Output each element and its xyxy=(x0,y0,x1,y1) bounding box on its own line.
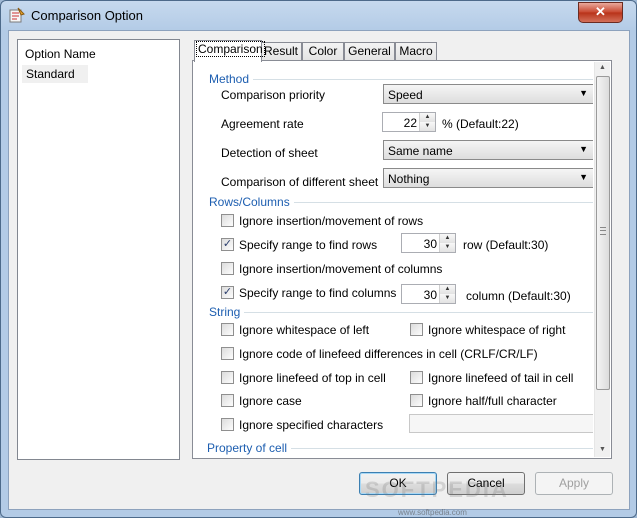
vertical-scrollbar[interactable]: ▲ ▼ xyxy=(594,62,610,457)
ws-left-label: Ignore whitespace of left xyxy=(239,323,370,337)
ignore-columns-label: Ignore insertion/movement of columns xyxy=(239,262,443,276)
check-icon: ✓ xyxy=(222,238,233,250)
range-columns-value: 30 xyxy=(423,288,437,302)
tab-color[interactable]: Color xyxy=(302,42,344,61)
range-rows-checkbox[interactable]: ✓ xyxy=(221,238,234,251)
range-columns-spinner[interactable]: 30 ▲ ▼ xyxy=(401,284,456,304)
different-sheet-value: Nothing xyxy=(388,172,430,186)
specified-chars-label: Ignore specified characters xyxy=(239,418,384,432)
property-heading: Property of cell xyxy=(207,441,292,455)
specified-chars-input[interactable] xyxy=(409,414,593,433)
spinner-buttons: ▲ ▼ xyxy=(439,285,455,303)
comparison-priority-label: Comparison priority xyxy=(221,88,326,102)
rows-columns-heading: Rows/Columns xyxy=(209,195,294,209)
specified-chars-checkbox[interactable] xyxy=(221,418,234,431)
scrollbar-thumb[interactable] xyxy=(596,76,610,390)
dialog-client-area: Option Name Standard Comparison Result C… xyxy=(8,30,630,510)
range-rows-default: row (Default:30) xyxy=(463,238,549,252)
agreement-rate-value: 22 xyxy=(403,116,417,130)
scroll-down-icon[interactable]: ▼ xyxy=(599,446,606,453)
comparison-priority-select[interactable]: Speed ▼ xyxy=(383,84,593,104)
comparison-tab-panel: Method Comparison priority Speed ▼ Agree… xyxy=(192,60,612,459)
chevron-down-icon: ▼ xyxy=(579,144,588,154)
ok-button[interactable]: OK xyxy=(359,472,437,495)
watermark-url: www.softpedia.com xyxy=(398,508,467,517)
scroll-up-icon[interactable]: ▲ xyxy=(599,64,606,71)
method-heading: Method xyxy=(209,72,254,86)
ignore-case-label: Ignore case xyxy=(239,394,302,408)
range-rows-label: Specify range to find rows xyxy=(239,238,378,252)
range-columns-label: Specify range to find columns xyxy=(239,286,397,300)
lf-top-label: Ignore linefeed of top in cell xyxy=(239,371,386,385)
dialog-window: Comparison Option ✕ Option Name Standard… xyxy=(0,0,637,518)
spinner-buttons: ▲ ▼ xyxy=(419,113,435,131)
range-columns-checkbox[interactable]: ✓ xyxy=(221,286,234,299)
method-divider xyxy=(209,79,593,80)
ws-right-checkbox[interactable] xyxy=(410,323,423,336)
linefeed-diff-checkbox[interactable] xyxy=(221,347,234,360)
option-item-standard[interactable]: Standard xyxy=(22,65,88,83)
chevron-down-icon: ▼ xyxy=(579,172,588,182)
close-icon: ✕ xyxy=(595,4,606,19)
cancel-button[interactable]: Cancel xyxy=(447,472,525,495)
ignore-rows-checkbox[interactable] xyxy=(221,214,234,227)
ws-left-checkbox[interactable] xyxy=(221,323,234,336)
settings-scroll-area: Method Comparison priority Speed ▼ Agree… xyxy=(193,61,593,458)
tab-result[interactable]: Result xyxy=(260,42,302,61)
range-rows-spinner[interactable]: 30 ▲ ▼ xyxy=(401,233,456,253)
detection-of-sheet-label: Detection of sheet xyxy=(221,146,318,160)
comparison-priority-value: Speed xyxy=(388,88,423,102)
grip-icon xyxy=(600,227,606,235)
agreement-rate-spinner[interactable]: 22 ▲ ▼ xyxy=(382,112,436,132)
different-sheet-select[interactable]: Nothing ▼ xyxy=(383,168,593,188)
spin-down-icon[interactable]: ▼ xyxy=(420,122,435,131)
string-divider xyxy=(209,312,593,313)
lf-top-checkbox[interactable] xyxy=(221,371,234,384)
string-heading: String xyxy=(209,305,245,319)
ignore-rows-label: Ignore insertion/movement of rows xyxy=(239,214,424,228)
range-rows-value: 30 xyxy=(423,237,437,251)
option-list-header: Option Name xyxy=(25,47,96,61)
chevron-down-icon: ▼ xyxy=(579,88,588,98)
different-sheet-label: Comparison of different sheet xyxy=(221,175,379,189)
tab-macro[interactable]: Macro xyxy=(395,42,437,61)
option-name-list[interactable]: Option Name Standard xyxy=(17,39,180,460)
apply-button[interactable]: Apply xyxy=(535,472,613,495)
lf-tail-label: Ignore linefeed of tail in cell xyxy=(428,371,574,385)
tab-comparison[interactable]: Comparison xyxy=(194,40,265,62)
app-icon xyxy=(9,7,25,23)
tab-general[interactable]: General xyxy=(344,42,395,61)
agreement-rate-label: Agreement rate xyxy=(221,117,304,131)
lf-tail-checkbox[interactable] xyxy=(410,371,423,384)
ws-right-label: Ignore whitespace of right xyxy=(428,323,566,337)
detection-of-sheet-select[interactable]: Same name ▼ xyxy=(383,140,593,160)
ignore-columns-checkbox[interactable] xyxy=(221,262,234,275)
detection-of-sheet-value: Same name xyxy=(388,144,453,158)
close-button[interactable]: ✕ xyxy=(578,2,623,23)
title-bar: Comparison Option ✕ xyxy=(1,1,636,31)
spin-down-icon[interactable]: ▼ xyxy=(440,294,455,303)
check-icon: ✓ xyxy=(222,286,233,298)
range-columns-default: column (Default:30) xyxy=(466,289,571,303)
half-full-label: Ignore half/full character xyxy=(428,394,557,408)
ignore-case-checkbox[interactable] xyxy=(221,394,234,407)
spin-down-icon[interactable]: ▼ xyxy=(440,243,455,252)
agreement-rate-default: % (Default:22) xyxy=(442,117,519,131)
half-full-checkbox[interactable] xyxy=(410,394,423,407)
spinner-buttons: ▲ ▼ xyxy=(439,234,455,252)
linefeed-diff-label: Ignore code of linefeed differences in c… xyxy=(239,347,538,361)
window-title: Comparison Option xyxy=(31,8,143,23)
